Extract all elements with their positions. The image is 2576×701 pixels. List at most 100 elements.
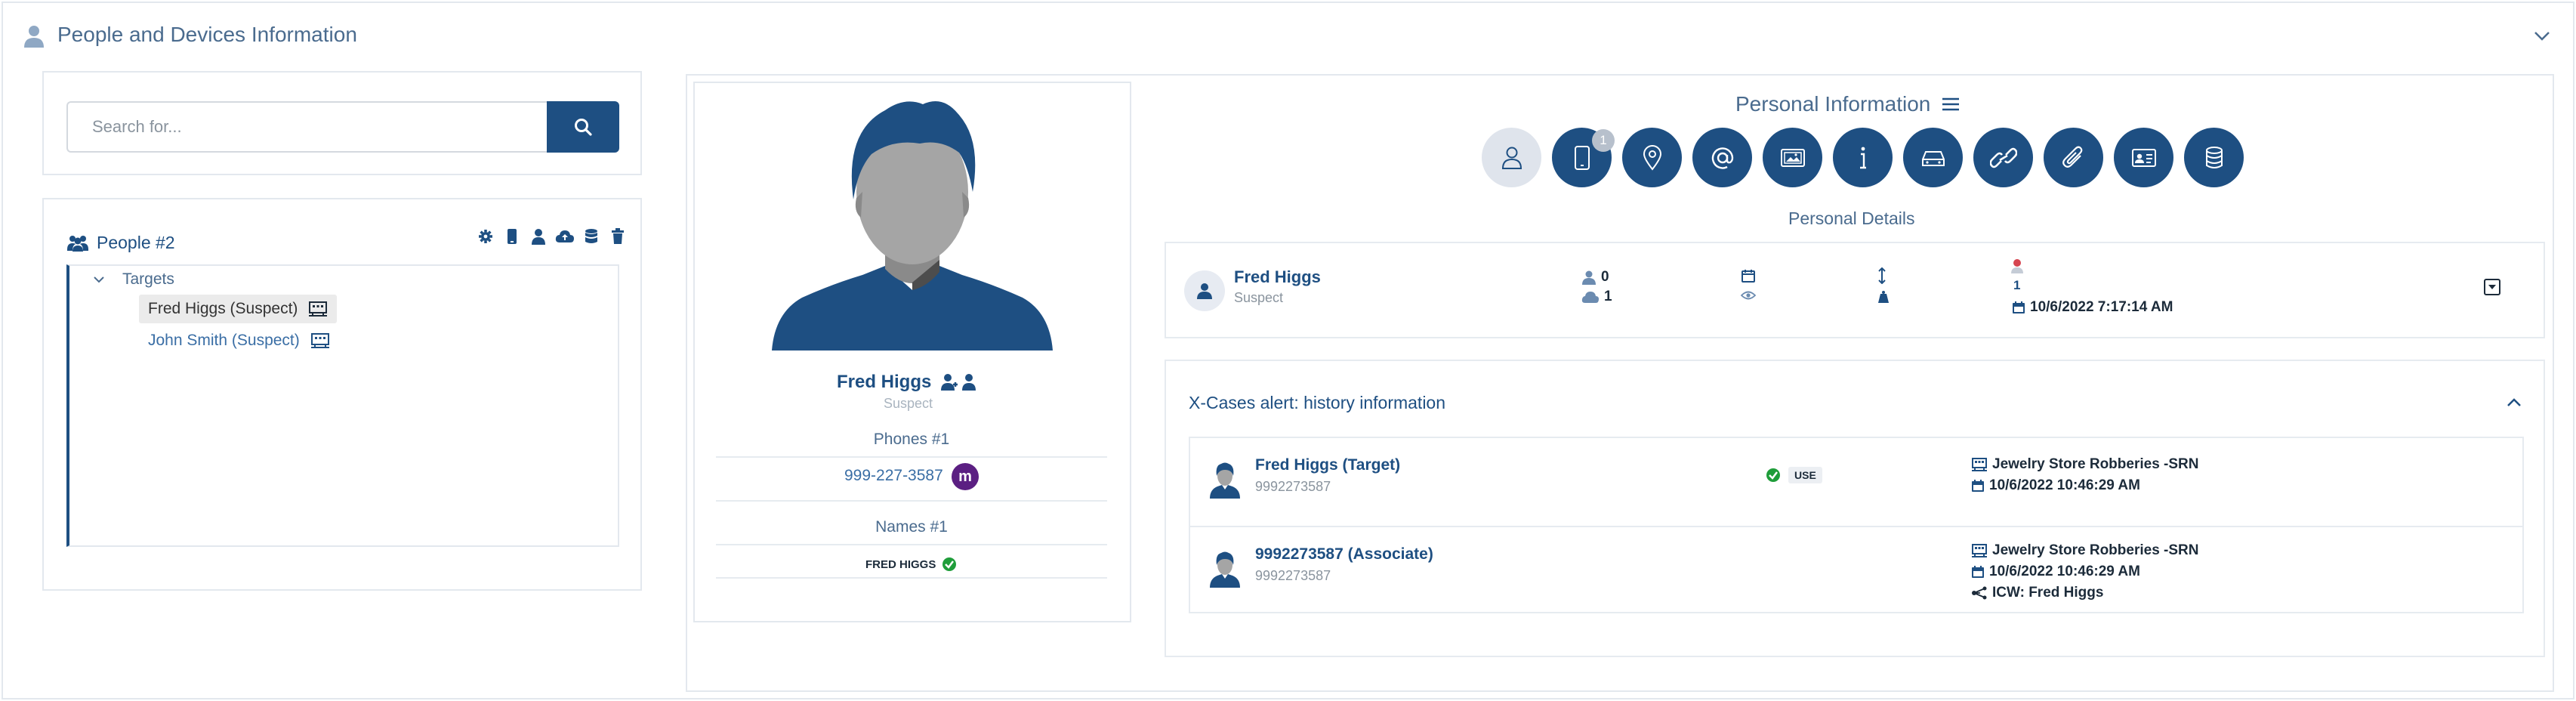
tab-identity[interactable]: [2114, 128, 2173, 187]
gear-icon[interactable]: [476, 227, 495, 246]
tree-item-john-smith[interactable]: John Smith (Suspect): [139, 326, 339, 355]
search-button[interactable]: [547, 101, 619, 153]
mobile-icon[interactable]: [502, 227, 522, 246]
people-tree: Targets Fred Higgs (Suspect) John Smith …: [66, 264, 619, 547]
details-date-row: 10/6/2022 7:17:14 AM: [2012, 299, 2173, 316]
stat-uploads: 1: [1581, 289, 1612, 305]
use-badge: USE: [1788, 467, 1822, 483]
tab-devices[interactable]: 1: [1552, 128, 1615, 187]
chevron-down-icon[interactable]: [92, 273, 106, 286]
details-date: 10/6/2022 7:17:14 AM: [2030, 299, 2173, 315]
alert-person-icon: [2011, 259, 2023, 273]
panel-header[interactable]: People and Devices Information: [3, 3, 2573, 69]
tab-person[interactable]: [1482, 128, 1541, 187]
check-circle-icon: [1766, 468, 1780, 482]
names-label: Names #1: [875, 518, 948, 536]
search-input[interactable]: [66, 101, 547, 153]
people-header: People #2: [66, 233, 175, 253]
tab-info[interactable]: [1833, 128, 1893, 187]
person-icon: [1197, 283, 1212, 299]
case-date-row: 10/6/2022 10:46:29 AM: [1971, 564, 2140, 580]
divider: [716, 544, 1107, 545]
profile-name-row: Fred Higgs: [837, 372, 978, 393]
details-role: Suspect: [1234, 290, 1284, 305]
tab-media[interactable]: [1763, 128, 1822, 187]
tree-group-label: Targets: [122, 270, 174, 288]
case-date: 10/6/2022 10:46:29 AM: [1989, 564, 2140, 579]
profile-name: Fred Higgs: [837, 372, 932, 392]
xcases-table: Fred Higgs (Target) 9992273587 USE Jewel…: [1189, 437, 2524, 613]
avatar: [1210, 551, 1240, 588]
chevron-down-icon[interactable]: [2531, 24, 2553, 47]
table-row: 9992273587 (Associate) 9992273587 Jewelr…: [1190, 526, 2522, 613]
people-toolbar: [476, 227, 628, 246]
icw-row: ICW: Fred Higgs: [1971, 585, 2103, 601]
add-person-icon[interactable]: [529, 227, 548, 246]
phone-link[interactable]: 999-227-3587: [844, 467, 943, 485]
users-icon: [67, 235, 88, 252]
divider: [716, 456, 1107, 458]
weight-icon: [1878, 291, 1889, 303]
phone-icon: [1574, 145, 1590, 170]
devices-count-badge: 1: [1592, 129, 1615, 152]
tree-item-fred-higgs[interactable]: Fred Higgs (Suspect): [139, 295, 338, 323]
tab-links[interactable]: [1973, 128, 2033, 187]
tab-data[interactable]: [2184, 128, 2244, 187]
avatar-silhouette: [772, 101, 1053, 366]
at-icon: [1711, 147, 1733, 169]
xcase-name[interactable]: 9992273587 (Associate): [1255, 545, 1433, 564]
cloud-icon: [1581, 292, 1599, 303]
personal-info-toolbar: 1: [1482, 128, 2244, 187]
tree-group-targets[interactable]: Targets: [92, 270, 174, 289]
associates-icon: [941, 374, 976, 391]
person-icon: [24, 26, 44, 48]
building-icon: [1972, 544, 1987, 557]
table-row: Fred Higgs (Target) 9992273587 USE Jewel…: [1190, 438, 2522, 526]
personal-info-title: Personal Information: [1735, 92, 1931, 116]
phones-label: Phones #1: [873, 431, 950, 448]
cloud-upload-icon[interactable]: [555, 227, 575, 246]
profile-role: Suspect: [884, 396, 933, 411]
divider: [716, 577, 1107, 579]
expand-dropdown-icon[interactable]: [2483, 278, 2501, 296]
name-value: FRED HIGGS: [865, 557, 936, 571]
use-status: USE: [1766, 467, 1822, 483]
xcase-number: 9992273587: [1255, 479, 1331, 494]
tab-emails[interactable]: [1692, 128, 1752, 187]
link-icon: [1989, 147, 2017, 168]
height-icon: [1878, 267, 1886, 284]
id-card-icon: [2131, 148, 2156, 167]
database-icon: [2205, 146, 2223, 168]
building-icon: [1972, 458, 1987, 471]
trash-icon[interactable]: [608, 227, 628, 246]
chevron-up-icon[interactable]: [2504, 393, 2524, 412]
case-name-row: Jewelry Store Robberies -SRN: [1971, 456, 2198, 473]
main-panel: People and Devices Information People #2: [2, 2, 2574, 699]
case-name: Jewelry Store Robberies -SRN: [1992, 456, 2199, 472]
icw-text: ICW: Fred Higgs: [1992, 585, 2104, 601]
calendar-icon: [2013, 301, 2025, 313]
car-icon: [1921, 150, 1945, 166]
menu-icon[interactable]: [1941, 96, 1961, 113]
details-name[interactable]: Fred Higgs: [1234, 267, 1321, 287]
tab-attachments[interactable]: [2044, 128, 2103, 187]
tab-locations[interactable]: [1622, 128, 1682, 187]
xcase-name[interactable]: Fred Higgs (Target): [1255, 456, 1400, 474]
messenger-badge-icon[interactable]: m: [952, 463, 979, 490]
stat-count: 1: [2013, 278, 2021, 292]
tab-vehicles[interactable]: [1903, 128, 1963, 187]
image-icon: [1780, 148, 1805, 167]
stat-uploads-value: 1: [1604, 289, 1612, 304]
case-name-row: Jewelry Store Robberies -SRN: [1971, 542, 2198, 559]
building-icon: [310, 333, 329, 348]
personal-details-title: Personal Details: [1788, 208, 1915, 228]
database-icon[interactable]: [582, 227, 601, 246]
tree-item-label: John Smith (Suspect): [148, 332, 300, 349]
personal-details-card: Fred Higgs Suspect 0 1 1 10/6/2022 7:17:…: [1165, 242, 2545, 338]
avatar: [1210, 462, 1240, 499]
personal-info-header: Personal Information: [1735, 92, 1961, 116]
stat-persons: 0: [1581, 269, 1609, 286]
calendar-icon: [1741, 270, 1755, 283]
xcase-number: 9992273587: [1255, 568, 1331, 583]
eye-icon: [1741, 291, 1756, 300]
